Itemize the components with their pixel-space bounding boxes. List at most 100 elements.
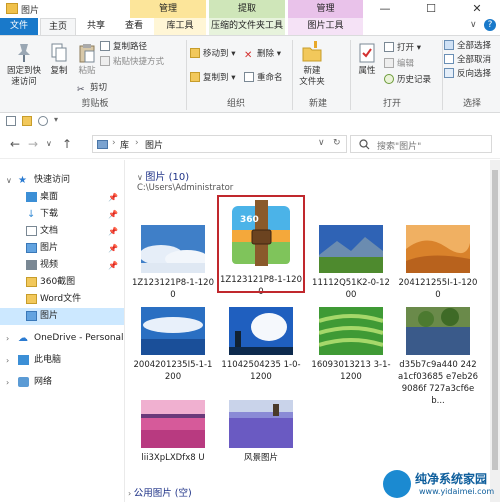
context-tab-manage-library: 管理 xyxy=(130,0,206,18)
up-button[interactable]: ↑ xyxy=(62,137,72,151)
nav-item-word-files[interactable]: Word文件 xyxy=(0,291,124,308)
search-box[interactable]: 搜索"图片" xyxy=(350,135,492,153)
history-label: 历史记录 xyxy=(397,75,432,85)
copy-to-button[interactable]: 复制到 ▾ xyxy=(190,72,235,85)
file-item[interactable]: 11112Q51K2-0-1200 xyxy=(310,225,392,301)
file-item[interactable]: 16093013213 3-1-1200 xyxy=(310,307,392,383)
properties-check-icon[interactable] xyxy=(6,116,16,126)
breadcrumb-library[interactable]: 库 xyxy=(120,138,129,151)
select-all-button[interactable]: 全部选择 xyxy=(444,40,491,53)
copy-path-button[interactable]: 复制路径 xyxy=(100,41,147,54)
cut-button[interactable]: ✂ 剪切 xyxy=(77,82,107,95)
pin-icon: 📌 xyxy=(108,261,118,270)
file-name: 204121255I-1-1200 xyxy=(398,278,478,300)
nav-item-360-screenshots[interactable]: 360截图 xyxy=(0,274,124,291)
file-item[interactable]: lii3XpLXDfx8 U xyxy=(132,400,214,464)
group-header[interactable]: ∨ 图片 (10) xyxy=(137,168,189,183)
history-button[interactable]: 历史记录 xyxy=(384,74,431,87)
delete-button[interactable]: ✕ 删除 ▾ xyxy=(244,48,281,61)
tab-view[interactable]: 查看 xyxy=(116,18,152,35)
select-none-button[interactable]: 全部取消 xyxy=(444,54,491,67)
pin-icon: 📌 xyxy=(108,210,118,219)
tab-picture-tools[interactable]: 图片工具 xyxy=(288,18,363,35)
tab-share[interactable]: 共享 xyxy=(78,18,114,35)
recent-locations-button[interactable]: ∨ xyxy=(46,139,52,148)
nav-item-label: 图片 xyxy=(40,311,59,321)
pin-icon: 📌 xyxy=(108,244,118,253)
public-pictures-group[interactable]: › 公用图片 (空) xyxy=(128,485,192,499)
public-pictures-label: 公用图片 (空) xyxy=(133,488,192,499)
tab-library-tools[interactable]: 库工具 xyxy=(154,18,206,35)
nav-onedrive[interactable]: › ☁ OneDrive - Personal xyxy=(0,330,124,347)
watermark-logo xyxy=(383,470,411,498)
invert-selection-button[interactable]: 反向选择 xyxy=(444,68,491,81)
open-group-label: 打开 xyxy=(382,99,401,109)
forward-button[interactable]: → xyxy=(28,137,38,151)
file-item[interactable]: 1Z123121P8-1-1200 xyxy=(132,225,214,301)
file-item[interactable]: 204121255I-1-1200 xyxy=(397,225,479,301)
paste-shortcut-icon xyxy=(100,56,110,66)
nav-item-pictures[interactable]: 图片 📌 xyxy=(0,240,124,257)
group-title: 图片 (10) xyxy=(145,172,190,183)
nav-item-label: 360截图 xyxy=(40,277,76,287)
folder-icon xyxy=(26,294,37,304)
vertical-scrollbar[interactable] xyxy=(490,160,500,502)
library-icon xyxy=(97,140,108,149)
collapse-ribbon-icon[interactable]: ∨ xyxy=(470,20,477,30)
quick-access-toolbar: ▾ xyxy=(0,113,500,129)
copy-path-label: 复制路径 xyxy=(113,42,148,52)
close-button[interactable]: ✕ xyxy=(454,0,500,18)
new-folder-small-icon[interactable] xyxy=(22,116,32,126)
title-bar: 图片 管理 提取 管理 — ☐ ✕ xyxy=(0,0,500,18)
file-list: ∨ 图片 (10) C:\Users\Administrator 1Z12312… xyxy=(125,160,490,502)
maximize-button[interactable]: ☐ xyxy=(408,0,454,18)
file-name: 风景图片 xyxy=(243,453,278,463)
ribbon-separator xyxy=(350,40,351,110)
rename-button[interactable]: 重命名 xyxy=(244,72,283,85)
customize-toolbar-icon[interactable]: ▾ xyxy=(54,115,58,124)
file-item[interactable]: 11042504235 1-0-1200 xyxy=(220,307,302,383)
file-item[interactable]: 2004201235I5-1-1200 xyxy=(132,307,214,383)
paste-button[interactable]: 粘贴 xyxy=(74,42,100,77)
context-tab-extract: 提取 xyxy=(209,0,285,18)
undo-icon[interactable] xyxy=(38,116,48,126)
nav-item-pictures-library[interactable]: 图片 xyxy=(0,308,124,325)
nav-quick-access[interactable]: ∨ ★ 快速访问 xyxy=(0,172,124,189)
file-item[interactable]: 风景图片 xyxy=(220,400,302,464)
nav-network[interactable]: › 网络 xyxy=(0,374,124,391)
folder-icon xyxy=(6,3,18,14)
tab-home[interactable]: 主页 xyxy=(40,18,76,35)
edit-button[interactable]: 编辑 xyxy=(384,58,414,71)
move-to-button[interactable]: 移动到 ▾ xyxy=(190,48,235,61)
address-box[interactable]: › 库 › 图片 ∨ ↻ xyxy=(92,135,347,153)
rename-icon xyxy=(244,72,254,82)
tab-file[interactable]: 文件 xyxy=(0,18,38,35)
new-folder-button[interactable]: 新建 文件夹 xyxy=(292,40,332,88)
pin-to-quick-access-button[interactable]: 固定到快 速访问 xyxy=(4,42,44,88)
scrollbar-thumb[interactable] xyxy=(492,170,498,470)
nav-item-documents[interactable]: 文档 📌 xyxy=(0,223,124,240)
folder-icon xyxy=(26,277,37,287)
thumbnail-desert xyxy=(406,225,470,273)
minimize-button[interactable]: — xyxy=(362,0,408,18)
nav-this-pc[interactable]: › 此电脑 xyxy=(0,352,124,369)
search-icon xyxy=(359,139,370,150)
file-item[interactable]: d35b7c9a440 242a1cf03685 e7eb269086f 727… xyxy=(397,307,479,407)
tab-compressed-folder-tools[interactable]: 压缩的文件夹工具 xyxy=(209,18,285,35)
copy-button[interactable]: 复制 xyxy=(46,42,72,77)
help-icon[interactable]: ? xyxy=(484,19,496,31)
nav-network-label: 网络 xyxy=(34,377,53,387)
address-dropdown-icon[interactable]: ∨ xyxy=(318,138,325,148)
nav-item-desktop[interactable]: 桌面 📌 xyxy=(0,189,124,206)
back-button[interactable]: ← xyxy=(10,137,20,151)
nav-item-downloads[interactable]: ↓ 下载 📌 xyxy=(0,206,124,223)
breadcrumb-pictures[interactable]: 图片 xyxy=(145,138,163,151)
open-button[interactable]: 打开 ▾ xyxy=(384,42,421,55)
nav-item-label: 图片 xyxy=(40,243,59,253)
nav-item-videos[interactable]: 视频 📌 xyxy=(0,257,124,274)
refresh-icon[interactable]: ↻ xyxy=(333,138,341,148)
properties-button[interactable]: 属性 xyxy=(352,42,382,77)
paste-shortcut-label: 粘贴快捷方式 xyxy=(113,57,165,67)
nav-item-label: Word文件 xyxy=(40,294,82,304)
paste-shortcut-button[interactable]: 粘贴快捷方式 xyxy=(100,56,164,69)
